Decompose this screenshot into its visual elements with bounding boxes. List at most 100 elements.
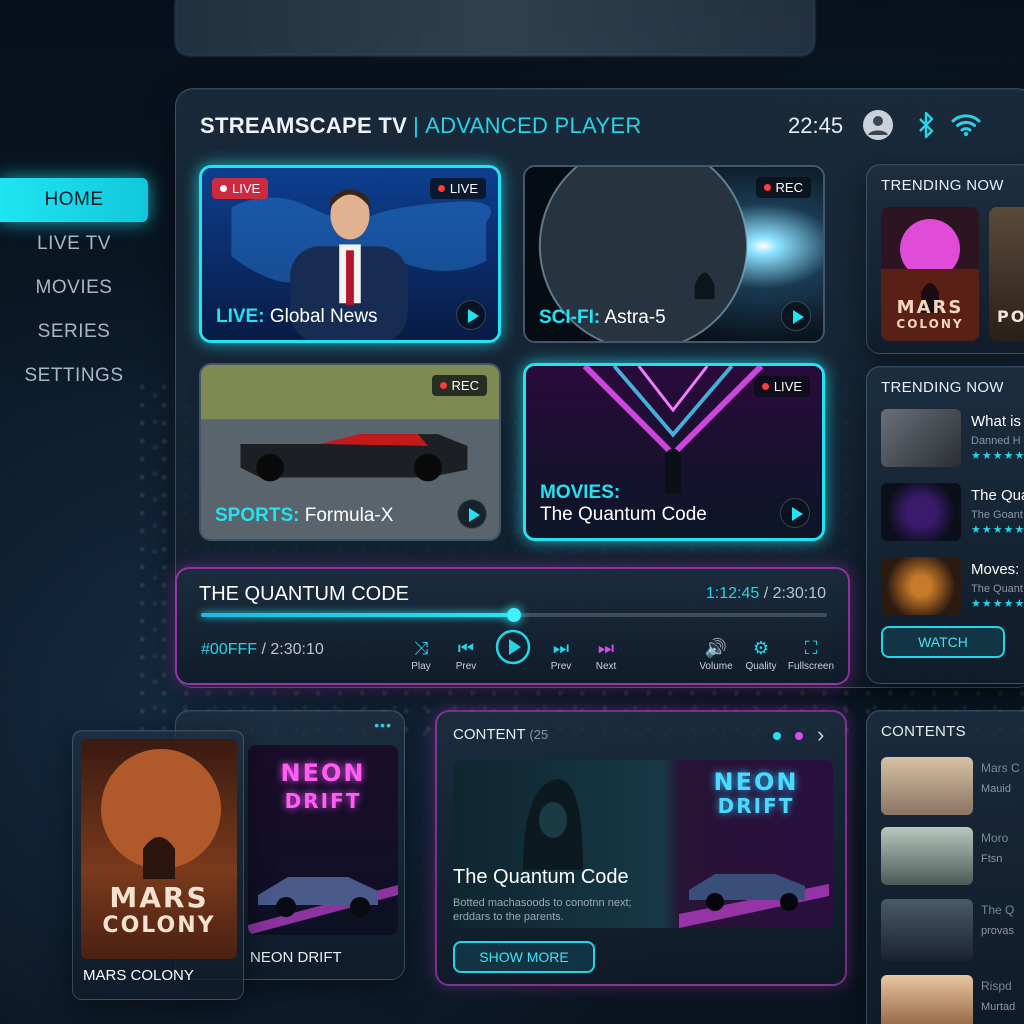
card-title-line2: COLONY: [896, 317, 964, 331]
play-icon[interactable]: [780, 498, 810, 528]
sidebar-item-movies[interactable]: MOVIES: [0, 266, 148, 310]
time-readout: 1:12:45 / 2:30:10: [706, 585, 826, 603]
tile-quantum-code[interactable]: LIVE MOVIES: The Quantum Code: [523, 363, 825, 541]
mars-colony-card[interactable]: MARS COLONY MARS COLONY: [72, 730, 244, 1000]
shuffle-button[interactable]: ⤨ Play: [399, 635, 443, 672]
control-label: Quality: [745, 661, 777, 672]
feature-description: Botted machasoods to conotnn next; erdda…: [453, 897, 632, 923]
progress-knob[interactable]: [507, 608, 521, 622]
poster-line2: COLONY: [102, 913, 216, 938]
item-title: The Q: [981, 903, 1015, 917]
banner-neon-line1: NEON: [713, 768, 799, 796]
rating-stars: ★★★★★: [971, 450, 1024, 462]
chevron-right-icon[interactable]: ›: [817, 722, 824, 748]
control-label: Prev: [455, 661, 477, 672]
thumbnail: [881, 827, 973, 885]
next-button[interactable]: ⏭ Next: [584, 635, 628, 672]
contents-panel: CONTENTS Mars C Mauid Moro Ftsn The Q pr…: [866, 710, 1024, 1024]
bluetooth-icon[interactable]: [910, 109, 942, 141]
skip-forward-icon: ⏭: [552, 638, 570, 658]
trending-card-po[interactable]: PO: [989, 207, 1024, 341]
content-heading: CONTENT (25: [453, 726, 548, 743]
brand-name: STREAMSCAPE TV: [200, 113, 408, 138]
content-count: (25: [529, 727, 549, 742]
wifi-icon[interactable]: [950, 109, 982, 141]
progress-track[interactable]: [201, 608, 827, 622]
tile-title: The Quantum Code: [540, 504, 707, 525]
sidebar-item-home[interactable]: HOME: [0, 178, 148, 222]
tile-category: MOVIES:: [540, 482, 621, 503]
rec-badge: REC: [755, 177, 811, 198]
sidebar-item-live-tv[interactable]: LIVE TV: [0, 222, 148, 266]
thumbnail: [881, 899, 973, 961]
clock: 22:45: [788, 113, 844, 138]
list-item[interactable]: Moro Ftsn: [881, 827, 1024, 885]
list-item[interactable]: What is Danned H ★★★★★: [881, 409, 1024, 467]
tile-global-news[interactable]: LIVE LIVE LIVE: Global News: [199, 165, 501, 343]
list-item[interactable]: The Q provas: [881, 899, 1024, 961]
content-panel: CONTENT (25 › NEON DRIFT The Quantum Cod…: [435, 710, 847, 986]
more-options-icon[interactable]: •••: [374, 717, 392, 733]
control-label: Next: [595, 661, 617, 672]
play-icon[interactable]: [456, 300, 486, 330]
progress-fill: [201, 613, 514, 617]
item-subtitle: Ftsn: [981, 853, 1003, 865]
play-icon[interactable]: [781, 301, 811, 331]
user-avatar-icon[interactable]: [862, 109, 894, 141]
tile-caption: MOVIES: The Quantum Code: [540, 482, 707, 526]
brand-subtitle: ADVANCED PLAYER: [425, 113, 642, 138]
tile-caption: SPORTS: Formula-X: [215, 505, 393, 527]
item-title: Moves:: [971, 561, 1020, 578]
quality-button[interactable]: ⚙ Quality: [739, 635, 783, 672]
feature-title: The Quantum Code: [453, 866, 629, 888]
list-item[interactable]: Mars C Mauid: [881, 757, 1024, 815]
top-blurred-panel: [175, 0, 815, 56]
item-title: Moro: [981, 831, 1009, 845]
control-label: Volume: [699, 661, 733, 672]
thumbnail: [881, 975, 973, 1024]
list-item[interactable]: Rispd Murtad: [881, 975, 1024, 1024]
item-title: What is: [971, 413, 1022, 430]
neon-drift-poster[interactable]: NEON DRIFT: [248, 745, 398, 935]
play-pause-button[interactable]: [491, 629, 535, 668]
volume-button[interactable]: 🔊 Volume: [694, 635, 738, 672]
list-item[interactable]: Moves: The Quant ★★★★★: [881, 557, 1024, 615]
carousel-dot-2[interactable]: [795, 732, 803, 740]
poster-line1: MARS: [109, 881, 209, 914]
feature-banner[interactable]: NEON DRIFT The Quantum Code Botted macha…: [453, 760, 833, 928]
sidebar-item-series[interactable]: SERIES: [0, 310, 148, 354]
poster-line2: DRIFT: [284, 789, 362, 813]
sidebar-item-settings[interactable]: SETTINGS: [0, 354, 148, 398]
item-subtitle: provas: [981, 925, 1015, 937]
tile-category: SPORTS:: [215, 505, 300, 526]
show-more-button[interactable]: SHOW MORE: [453, 941, 595, 973]
fullscreen-button[interactable]: ⛶ Fullscreen: [782, 635, 840, 672]
trending-list-panel: TRENDING NOW What is Danned H ★★★★★ The …: [866, 366, 1024, 684]
carousel-dot-1[interactable]: [773, 732, 781, 740]
tile-caption: LIVE: Global News: [216, 306, 378, 328]
content-heading-text: CONTENT: [453, 726, 526, 743]
prev-button[interactable]: ⏮ Prev: [444, 635, 488, 672]
item-subtitle: Danned H: [971, 435, 1021, 447]
card-title-line1: PO: [997, 307, 1024, 326]
poster-caption-mars: MARS COLONY: [83, 967, 194, 984]
mars-colony-poster-large: MARS COLONY: [81, 739, 237, 959]
tile-title: Formula-X: [304, 505, 394, 526]
thumbnail: [881, 483, 961, 541]
trending-card-mars[interactable]: MARS COLONY: [881, 207, 979, 341]
hex-separator: /: [261, 641, 266, 658]
card-title-line1: MARS: [896, 297, 964, 318]
control-label: Prev: [550, 661, 572, 672]
tile-astra-5[interactable]: REC SCI-FI: Astra-5: [523, 165, 825, 343]
watch-button[interactable]: WATCH: [881, 626, 1005, 658]
sports-car-image: [248, 877, 398, 935]
item-title: Rispd: [981, 979, 1012, 993]
live-badge: LIVE: [753, 376, 810, 397]
play-icon[interactable]: [457, 499, 487, 529]
skip-forward-button[interactable]: ⏭ Prev: [539, 635, 583, 672]
control-label: Fullscreen: [787, 661, 835, 672]
time-separator: /: [763, 585, 769, 602]
item-subtitle: Murtad: [981, 1001, 1016, 1013]
list-item[interactable]: The Qua The Goant ★★★★★: [881, 483, 1024, 541]
tile-formula-x[interactable]: REC SPORTS: Formula-X: [199, 363, 501, 541]
